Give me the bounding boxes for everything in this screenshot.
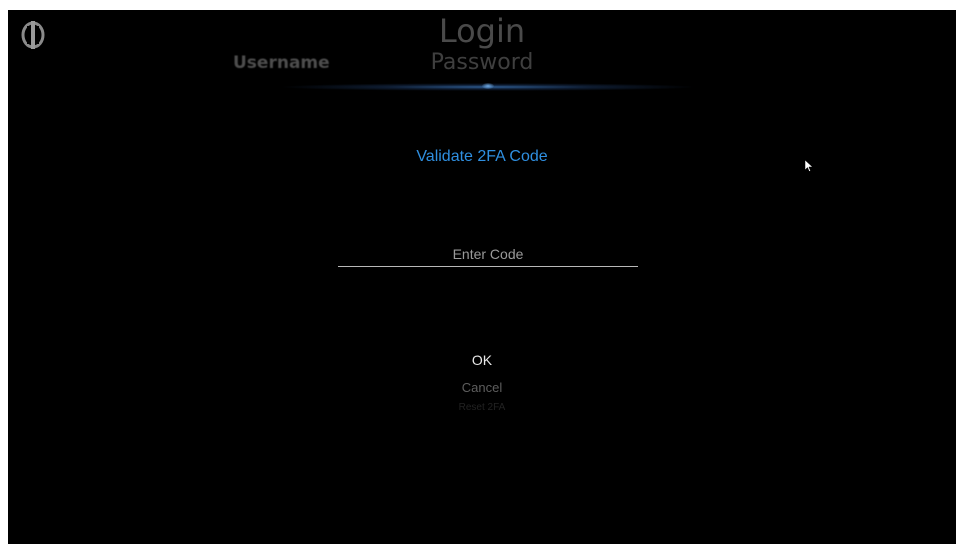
ok-button[interactable]: OK [8,352,956,368]
dialog-title: Validate 2FA Code [416,148,548,165]
login-screen: Username Login Password Validate 2FA Cod… [8,10,956,544]
mouse-cursor-icon [805,160,813,172]
reset-2fa-button[interactable]: Reset 2FA [8,402,956,413]
tab-password[interactable]: Password [8,50,956,75]
code-input[interactable] [338,242,638,267]
selected-tab-indicator-dot [482,83,494,89]
page-title: Login [438,12,526,50]
cancel-button[interactable]: Cancel [8,380,956,395]
